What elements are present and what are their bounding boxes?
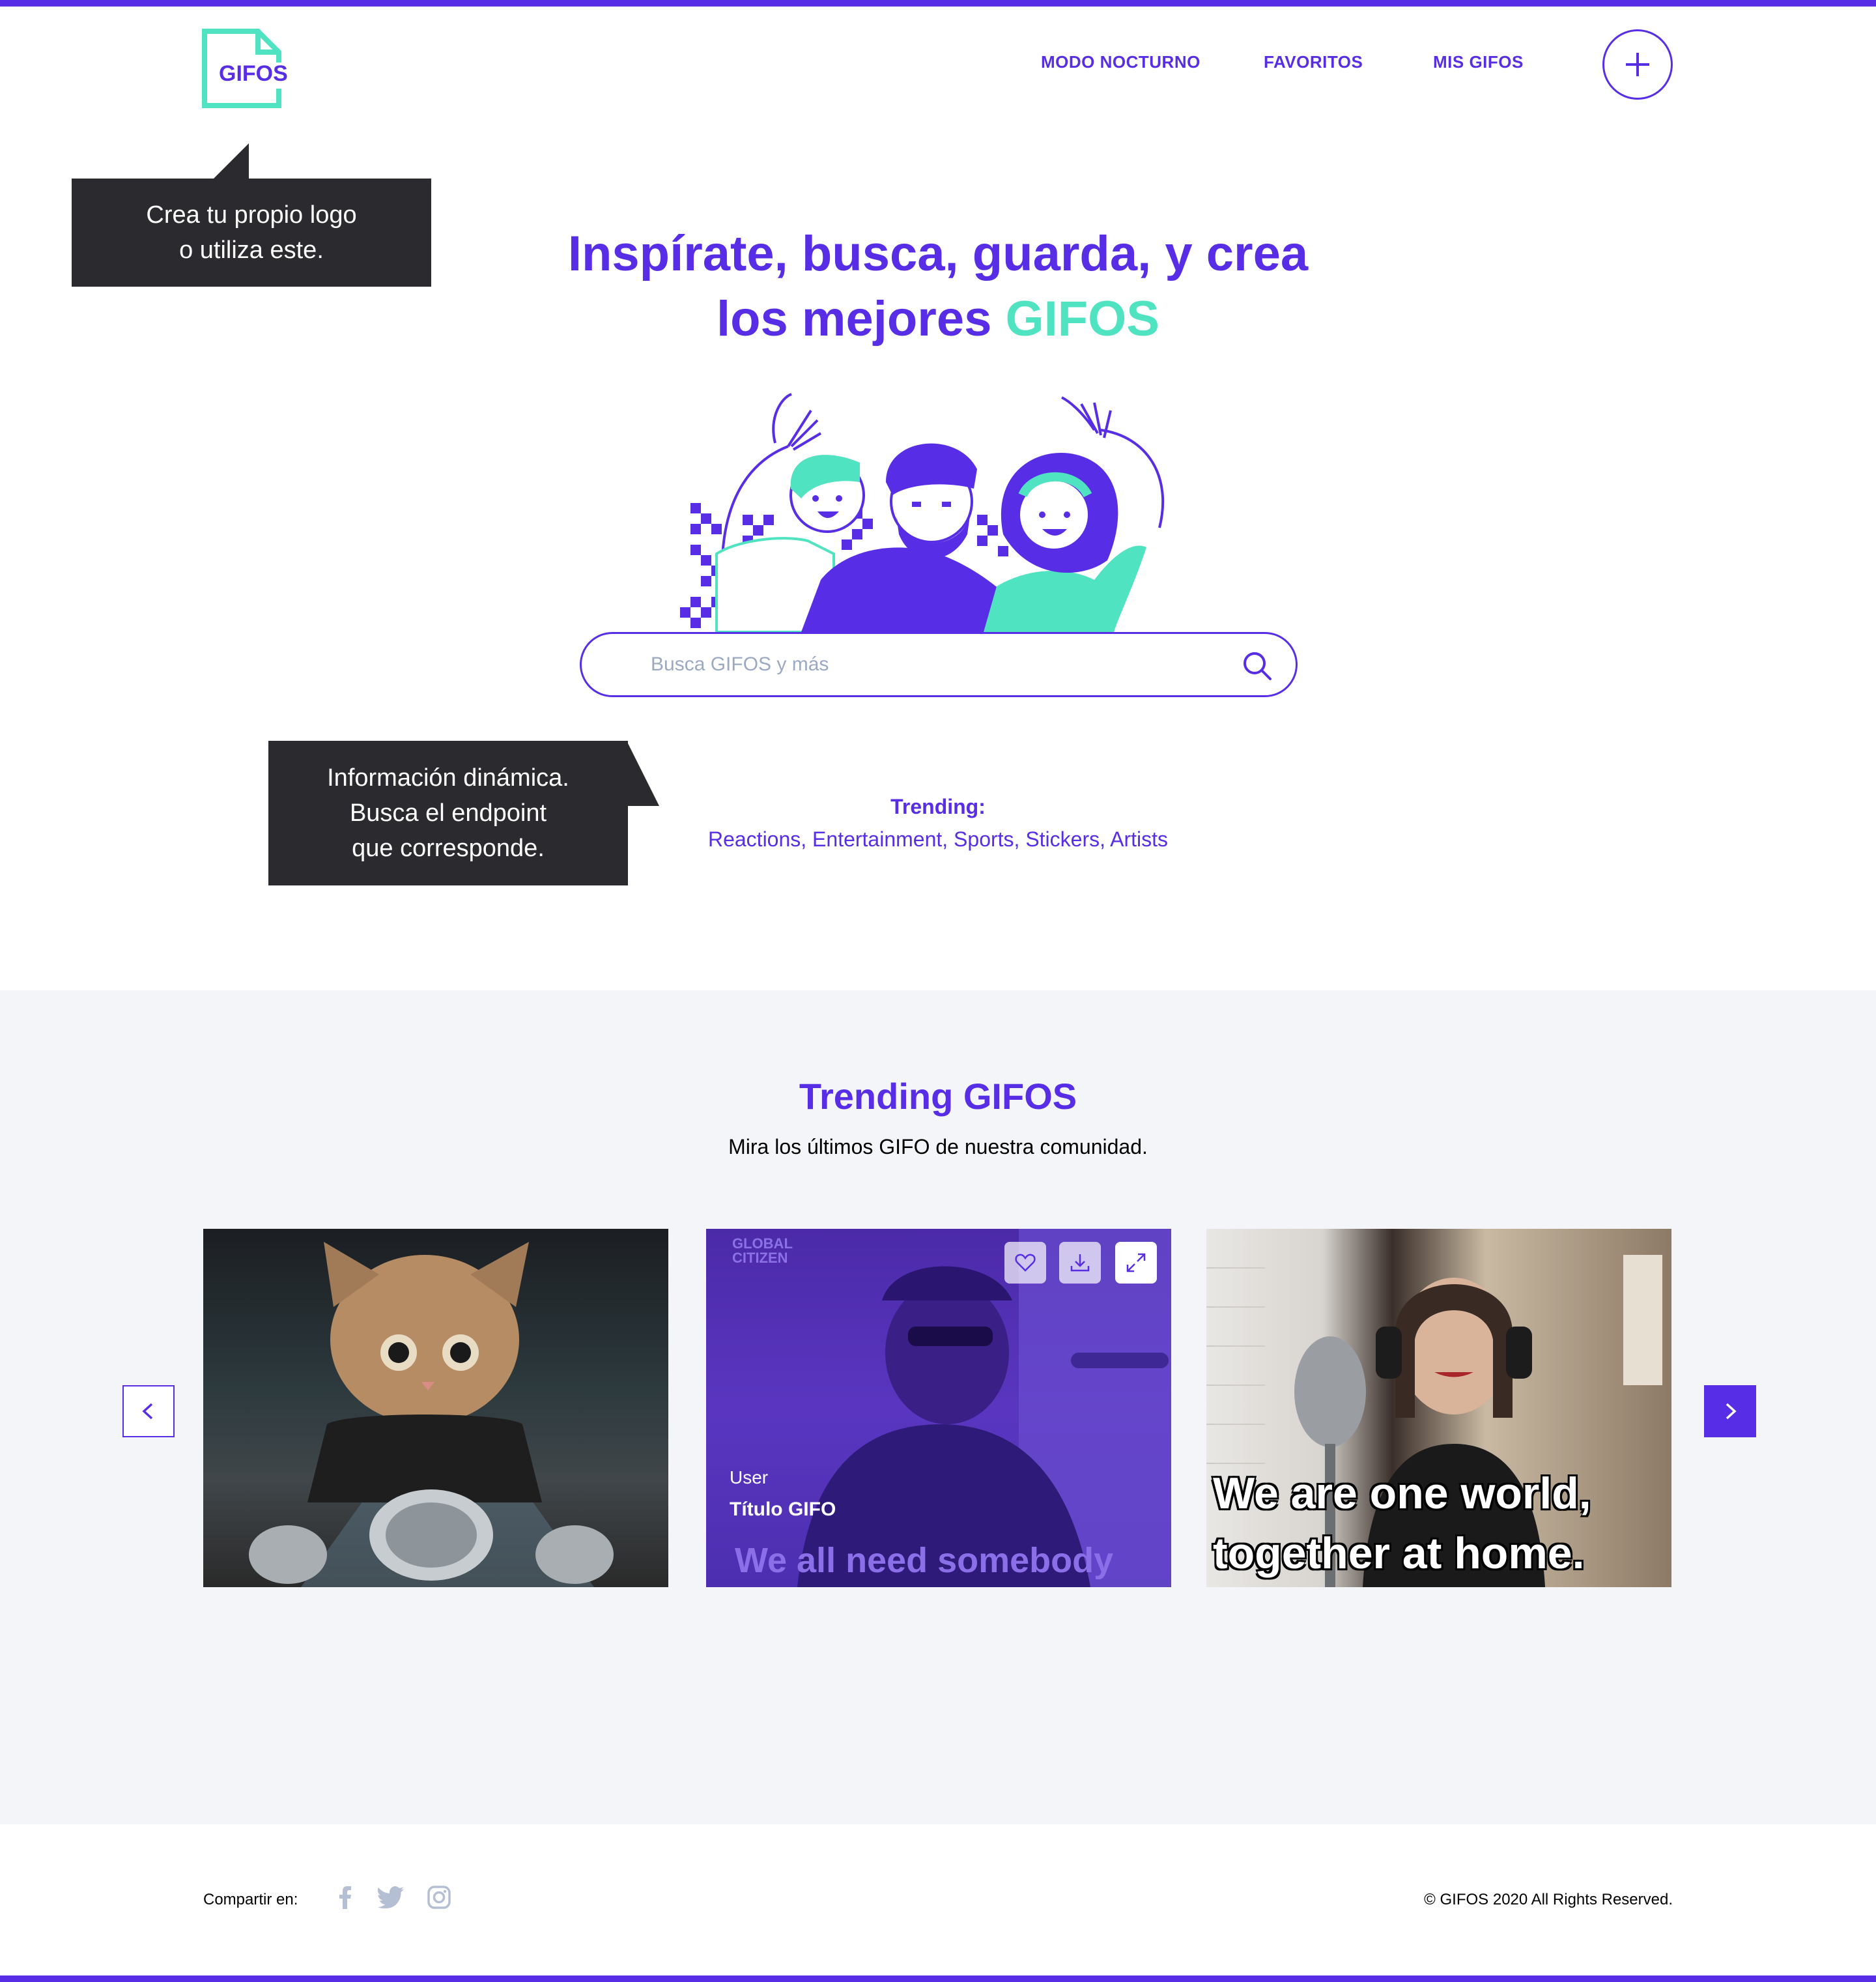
twitter-link[interactable] <box>377 1883 405 1912</box>
download-icon <box>1070 1254 1090 1272</box>
carousel-prev-button[interactable] <box>122 1385 175 1437</box>
carousel-next-button[interactable] <box>1704 1385 1756 1437</box>
instagram-icon <box>427 1886 451 1909</box>
bottom-accent-bar <box>0 1975 1876 1982</box>
search-bar[interactable]: Busca GIFOS y más <box>580 632 1298 697</box>
share-label: Compartir en: <box>203 1891 298 1908</box>
chevron-left-icon <box>142 1403 153 1420</box>
trending-gifos-section: Trending GIFOS Mira los últimos GIFO de … <box>0 990 1876 1824</box>
trending-label: Trending: <box>890 795 986 818</box>
logo-text: GIFOS <box>219 61 288 86</box>
search-input[interactable]: Busca GIFOS y más <box>651 653 829 676</box>
card-title: Título GIFO <box>730 1499 836 1520</box>
expand-icon <box>1126 1253 1146 1272</box>
expand-button[interactable] <box>1115 1242 1157 1284</box>
gifos-logo[interactable]: GIFOS <box>202 29 288 108</box>
card3-caption-line1: We are one world, <box>1213 1469 1591 1518</box>
gif-card-2[interactable]: GLOBAL CITIZEN User Título GIFO We all n… <box>706 1229 1171 1587</box>
card3-caption: We are one world, together at home. <box>1213 1463 1671 1583</box>
card-watermark: GLOBAL CITIZEN <box>732 1235 793 1266</box>
gif-card-1[interactable] <box>203 1229 668 1587</box>
hero-title-accent: GIFOS <box>1005 291 1159 347</box>
plus-icon <box>1626 53 1649 76</box>
nav-mis-gifos[interactable]: MIS GIFOS <box>1433 52 1524 72</box>
favorite-button[interactable] <box>1004 1242 1046 1284</box>
search-icon[interactable] <box>1242 651 1272 681</box>
card-user: User <box>730 1467 769 1487</box>
facebook-icon <box>339 1886 351 1909</box>
gif-image-singer <box>797 1229 1171 1587</box>
hero-title-line2: los mejores GIFOS <box>0 287 1876 352</box>
gif-card-3[interactable]: We are one world, together at home. <box>1206 1229 1671 1587</box>
tooltip-logo-tail <box>212 143 249 180</box>
hero-title-prefix: los mejores <box>717 291 1006 347</box>
create-gifo-button[interactable] <box>1602 29 1673 100</box>
card-caption: We all need somebody <box>735 1541 1114 1580</box>
twitter-icon <box>378 1886 404 1908</box>
tooltip-info-line1: Información dinámica. <box>327 764 569 792</box>
hero-illustration <box>680 393 1165 632</box>
instagram-link[interactable] <box>425 1883 453 1912</box>
hero-title-line1: Inspírate, busca, guarda, y crea <box>567 226 1309 281</box>
trending-terms[interactable]: Reactions, Entertainment, Sports, Sticke… <box>0 827 1876 852</box>
chevron-right-icon <box>1726 1403 1737 1420</box>
card3-caption-line2: together at home. <box>1213 1529 1585 1578</box>
nav-favoritos[interactable]: FAVORITOS <box>1264 52 1363 72</box>
heart-icon <box>1015 1254 1036 1272</box>
gif-image-kitten <box>249 1242 614 1587</box>
copyright-text: © GIFOS 2020 All Rights Reserved. <box>1424 1891 1673 1908</box>
download-button[interactable] <box>1059 1242 1101 1284</box>
section-title: Trending GIFOS <box>799 1076 1077 1117</box>
facebook-link[interactable] <box>331 1883 360 1912</box>
nav-modo-nocturno[interactable]: MODO NOCTURNO <box>1041 52 1201 72</box>
top-accent-bar <box>0 0 1876 7</box>
hero-title: Inspírate, busca, guarda, y crea los mej… <box>0 222 1876 352</box>
section-subtitle: Mira los últimos GIFO de nuestra comunid… <box>728 1135 1148 1158</box>
